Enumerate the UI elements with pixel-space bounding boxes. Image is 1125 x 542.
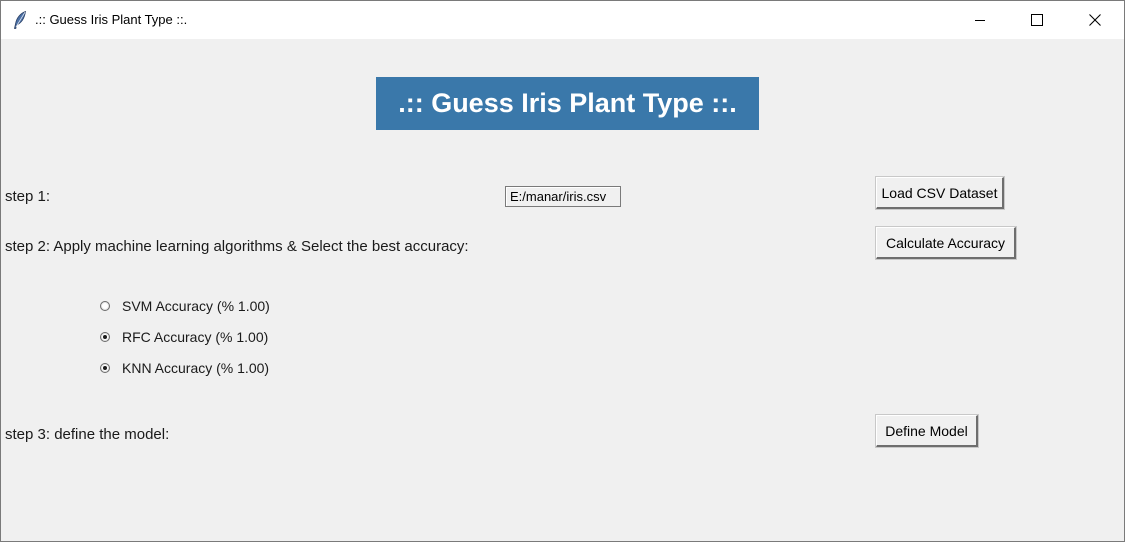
close-icon — [1089, 14, 1101, 26]
radio-rfc-indicator[interactable] — [100, 332, 110, 342]
radio-svm-accuracy[interactable]: SVM Accuracy (% 1.00) — [100, 297, 270, 315]
title-bar[interactable]: .:: Guess Iris Plant Type ::. — [1, 1, 1124, 39]
maximize-icon — [1031, 14, 1043, 26]
calculate-accuracy-button[interactable]: Calculate Accuracy — [875, 226, 1017, 260]
maximize-button[interactable] — [1014, 1, 1060, 39]
radio-knn-indicator[interactable] — [100, 363, 110, 373]
step3-label: step 3: define the model: — [5, 426, 170, 443]
radio-svm-label: SVM Accuracy (% 1.00) — [122, 298, 270, 314]
feather-icon — [14, 11, 26, 29]
dataset-path-field[interactable]: E:/manar/iris.csv — [505, 186, 621, 207]
main-panel: .:: Guess Iris Plant Type ::. step 1: E:… — [1, 39, 1124, 541]
radio-knn-label: KNN Accuracy (% 1.00) — [122, 360, 270, 376]
define-model-button[interactable]: Define Model — [875, 414, 979, 448]
page-title: .:: Guess Iris Plant Type ::. — [376, 77, 759, 130]
step1-label: step 1: — [5, 188, 51, 205]
app-window: .:: Guess Iris Plant Type ::. .:: Guess … — [0, 0, 1125, 542]
radio-rfc-accuracy[interactable]: RFC Accuracy (% 1.00) — [100, 328, 268, 346]
radio-rfc-label: RFC Accuracy (% 1.00) — [122, 329, 269, 345]
step2-label: step 2: Apply machine learning algorithm… — [5, 238, 469, 255]
minimize-button[interactable] — [957, 1, 1003, 39]
minimize-icon — [975, 20, 985, 21]
radio-knn-accuracy[interactable]: KNN Accuracy (% 1.00) — [100, 359, 269, 377]
window-title: .:: Guess Iris Plant Type ::. — [35, 12, 188, 27]
radio-svm-indicator[interactable] — [100, 301, 110, 311]
close-button[interactable] — [1072, 1, 1118, 39]
load-csv-button[interactable]: Load CSV Dataset — [875, 176, 1005, 210]
